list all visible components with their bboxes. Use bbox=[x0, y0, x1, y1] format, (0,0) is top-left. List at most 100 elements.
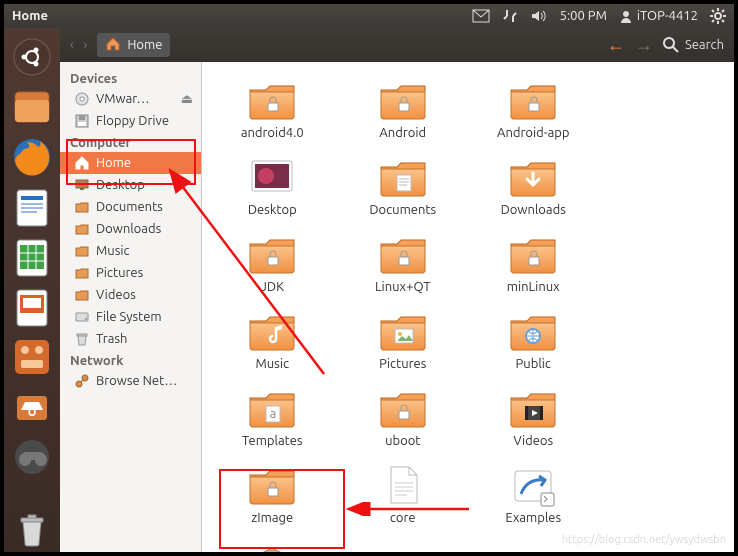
sidebar-item-label: Desktop bbox=[96, 178, 145, 192]
path-fwd[interactable]: › bbox=[84, 38, 88, 52]
top-panel: Home 5:00 PM iTOP-4412 bbox=[4, 4, 734, 28]
file-label: minLinux bbox=[507, 280, 560, 295]
gear-icon[interactable] bbox=[710, 8, 726, 24]
launcher-writer[interactable] bbox=[9, 184, 55, 230]
file-item[interactable]: Music bbox=[212, 307, 333, 372]
sidebar-item-videos[interactable]: Videos bbox=[60, 284, 201, 306]
file-label: Desktop bbox=[248, 203, 297, 218]
sidebar-item-label: Documents bbox=[96, 200, 163, 214]
breadcrumb[interactable]: Home bbox=[97, 33, 170, 57]
file-label: Videos bbox=[513, 434, 553, 449]
user-menu[interactable]: iTOP-4412 bbox=[619, 9, 698, 23]
svg-text:a: a bbox=[270, 407, 277, 421]
launcher-game[interactable] bbox=[9, 434, 55, 480]
volume-icon[interactable] bbox=[530, 9, 548, 23]
home-icon bbox=[105, 36, 121, 55]
file-item[interactable]: JDK bbox=[212, 230, 333, 295]
file-label: Linux+QT bbox=[375, 280, 431, 295]
launcher-trash[interactable] bbox=[9, 506, 55, 552]
file-item[interactable]: Downloads bbox=[473, 153, 594, 218]
network-icon[interactable] bbox=[502, 8, 518, 24]
breadcrumb-label: Home bbox=[127, 38, 162, 52]
sidebar-item-browse-net-[interactable]: Browse Net… bbox=[60, 370, 201, 392]
sidebar-item-label: Browse Net… bbox=[96, 374, 177, 388]
sidebar-item-label: Downloads bbox=[96, 222, 161, 236]
sidebar-item-label: Home bbox=[96, 156, 131, 170]
active-app-title: Home bbox=[12, 9, 48, 23]
file-item[interactable]: Android-app bbox=[473, 76, 594, 141]
file-label: Public bbox=[516, 357, 551, 372]
sidebar-head-devices: Devices bbox=[60, 68, 201, 88]
file-manager: ‹ › Home ← → Search Devices VMwar…⏏ Flopp… bbox=[60, 28, 734, 552]
launcher-firefox[interactable] bbox=[9, 134, 55, 180]
sidebar-item-file-system[interactable]: File System bbox=[60, 306, 201, 328]
launcher-calc[interactable] bbox=[9, 234, 55, 280]
file-label: JDK bbox=[261, 280, 285, 295]
file-label: android4.0 bbox=[241, 126, 304, 141]
launcher-impress[interactable] bbox=[9, 284, 55, 330]
file-item[interactable]: Desktop bbox=[212, 153, 333, 218]
search-button[interactable]: Search bbox=[663, 37, 724, 53]
svg-text:U: U bbox=[27, 405, 36, 419]
sidebar-head-computer: Computer bbox=[60, 132, 201, 152]
file-item[interactable]: zImage bbox=[212, 461, 333, 526]
clock[interactable]: 5:00 PM bbox=[560, 9, 607, 23]
launcher-dash[interactable] bbox=[9, 34, 55, 80]
file-item[interactable]: tar.gzVMwareTools-9.6.1-1378637.tar.gz bbox=[212, 538, 333, 552]
file-label: Music bbox=[255, 357, 289, 372]
file-label: core bbox=[390, 511, 416, 526]
sidebar-item-music[interactable]: Music bbox=[60, 240, 201, 262]
watermark: https://blog.csdn.net/ywsydwsbn bbox=[562, 534, 726, 546]
file-item[interactable]: a Templates bbox=[212, 384, 333, 449]
sidebar-item-floppy-drive[interactable]: Floppy Drive bbox=[60, 110, 201, 132]
sidebar-item-downloads[interactable]: Downloads bbox=[60, 218, 201, 240]
file-item[interactable]: Public bbox=[473, 307, 594, 372]
sidebar-item-pictures[interactable]: Pictures bbox=[60, 262, 201, 284]
file-item[interactable]: Videos bbox=[473, 384, 594, 449]
mail-icon[interactable] bbox=[472, 9, 490, 23]
sidebar-item-label: Floppy Drive bbox=[96, 114, 169, 128]
sidebar-item-vmwar-[interactable]: VMwar…⏏ bbox=[60, 88, 201, 110]
sidebar-item-documents[interactable]: Documents bbox=[60, 196, 201, 218]
file-label: Templates bbox=[242, 434, 303, 449]
nav-forward-icon[interactable]: → bbox=[635, 35, 653, 56]
file-item[interactable]: Pictures bbox=[343, 307, 464, 372]
sidebar-item-label: Videos bbox=[96, 288, 136, 302]
sidebar-item-home[interactable]: Home bbox=[60, 152, 201, 174]
unity-launcher: U bbox=[4, 28, 60, 552]
sidebar-item-label: File System bbox=[96, 310, 162, 324]
launcher-files[interactable] bbox=[9, 84, 55, 130]
sidebar-item-trash[interactable]: Trash bbox=[60, 328, 201, 350]
file-item[interactable]: uboot bbox=[343, 384, 464, 449]
sidebar-item-label: Music bbox=[96, 244, 130, 258]
nav-back-icon[interactable]: ← bbox=[607, 35, 625, 56]
file-item[interactable]: minLinux bbox=[473, 230, 594, 295]
file-item[interactable]: core bbox=[343, 461, 464, 526]
file-label: Downloads bbox=[501, 203, 566, 218]
search-icon bbox=[663, 37, 679, 53]
places-sidebar: Devices VMwar…⏏ Floppy Drive Computer Hom… bbox=[60, 62, 202, 552]
icon-view[interactable]: android4.0 Android Android-app Desktop Docum… bbox=[202, 62, 734, 552]
file-label: Android-app bbox=[497, 126, 569, 141]
file-label: Android bbox=[379, 126, 426, 141]
file-item[interactable]: android4.0 bbox=[212, 76, 333, 141]
system-tray: 5:00 PM iTOP-4412 bbox=[472, 8, 726, 24]
file-item[interactable]: Android bbox=[343, 76, 464, 141]
sidebar-item-label: Pictures bbox=[96, 266, 143, 280]
launcher-settings[interactable] bbox=[9, 334, 55, 380]
launcher-software[interactable]: U bbox=[9, 384, 55, 430]
file-label: Documents bbox=[369, 203, 436, 218]
path-back[interactable]: ‹ bbox=[70, 38, 74, 52]
eject-icon[interactable]: ⏏ bbox=[181, 92, 193, 107]
user-name: iTOP-4412 bbox=[637, 9, 698, 23]
file-item[interactable]: Documents bbox=[343, 153, 464, 218]
sidebar-item-desktop[interactable]: Desktop bbox=[60, 174, 201, 196]
file-item[interactable]: Examples bbox=[473, 461, 594, 526]
file-item[interactable]: Linux+QT bbox=[343, 230, 464, 295]
fm-toolbar: ‹ › Home ← → Search bbox=[60, 28, 734, 62]
sidebar-item-label: Trash bbox=[96, 332, 127, 346]
sidebar-head-network: Network bbox=[60, 350, 201, 370]
file-label: uboot bbox=[385, 434, 420, 449]
file-label: Pictures bbox=[379, 357, 426, 372]
file-label: Examples bbox=[505, 511, 561, 526]
